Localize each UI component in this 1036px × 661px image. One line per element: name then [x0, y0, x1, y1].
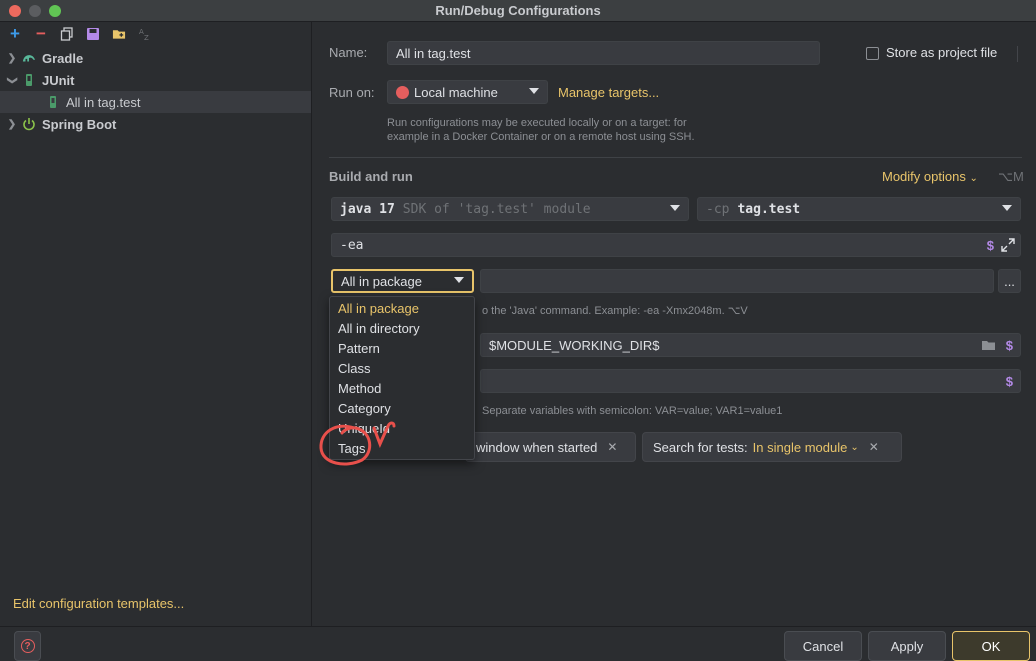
local-machine-icon	[396, 85, 409, 99]
expand-icon[interactable]	[1001, 238, 1015, 255]
run-on-hint-line1: Run configurations may be executed local…	[387, 117, 687, 129]
chevron-down-icon	[529, 88, 539, 94]
tree-item-junit[interactable]: ❯ JUnit	[0, 69, 311, 91]
junit-test-icon	[46, 95, 60, 109]
add-icon[interactable]: +	[8, 25, 22, 42]
chevron-down-icon[interactable]: ⌄	[850, 442, 858, 453]
chip-label: window when started	[476, 439, 598, 455]
tree-item-gradle[interactable]: ❯ Gradle	[0, 47, 311, 69]
tree-item-spring-boot[interactable]: ❯ Spring Boot	[0, 113, 311, 135]
sort-alphabetically-icon[interactable]: AZ	[138, 27, 152, 41]
test-kind-select[interactable]: All in package	[331, 269, 474, 293]
junit-icon	[22, 73, 36, 87]
window-title: Run/Debug Configurations	[435, 3, 601, 18]
chevron-right-icon[interactable]: ❯	[6, 119, 18, 130]
chevron-down-icon: ⌄	[969, 173, 978, 184]
svg-text:Z: Z	[144, 34, 149, 41]
store-as-project-file-checkbox[interactable]: Store as project file	[866, 45, 998, 61]
vm-options-field[interactable]: -ea $	[331, 233, 1021, 257]
checkbox-box[interactable]	[866, 47, 879, 61]
test-kind-value: All in package	[341, 273, 422, 289]
open-window-option-chip[interactable]: window when started ✕	[465, 432, 636, 462]
gradle-icon	[22, 51, 36, 65]
cp-value: tag.test	[737, 201, 801, 217]
jdk-select[interactable]: java 17 SDK of 'tag.test' module	[331, 197, 689, 221]
name-field[interactable]: All in tag.test	[387, 41, 820, 65]
help-button[interactable]: ?	[14, 631, 41, 661]
close-window-button[interactable]	[9, 5, 21, 17]
chevron-down-icon	[454, 277, 464, 283]
folder-icon[interactable]	[981, 339, 996, 355]
search-for-tests-chip[interactable]: Search for tests: In single module ⌄ ✕	[642, 432, 902, 462]
configuration-tree-pane: + − AZ ❯ Gradle ❯ JUnit All in tag.test	[0, 22, 312, 661]
title-bar: Run/Debug Configurations	[0, 0, 1036, 22]
menu-item-class[interactable]: Class	[338, 359, 371, 379]
save-icon[interactable]	[86, 27, 100, 41]
store-label: Store as project file	[886, 45, 998, 60]
package-field[interactable]	[480, 269, 994, 293]
tree-toolbar: + − AZ	[0, 22, 311, 46]
chevron-right-icon[interactable]: ❯	[6, 53, 18, 64]
modify-options-shortcut: ⌥M	[998, 169, 1024, 184]
build-and-run-heading: Build and run	[329, 169, 413, 184]
modify-options-link[interactable]: Modify options ⌄	[882, 169, 978, 184]
annotation-circle	[319, 421, 396, 466]
tree-item-all-in-tag-test[interactable]: All in tag.test	[0, 91, 311, 113]
copy-icon[interactable]	[60, 27, 74, 41]
close-icon[interactable]: ✕	[869, 440, 879, 454]
run-on-label: Run on:	[329, 85, 375, 100]
edit-configuration-templates-link[interactable]: Edit configuration templates...	[13, 596, 184, 611]
run-on-hint-line2: example in a Docker Container or on a re…	[387, 131, 695, 143]
tree-item-label: All in tag.test	[66, 94, 141, 110]
browse-dots: ...	[1004, 273, 1015, 289]
menu-item-all-in-package[interactable]: All in package	[338, 299, 419, 319]
classpath-select[interactable]: -cp tag.test	[697, 197, 1021, 221]
menu-item-all-in-directory[interactable]: All in directory	[338, 319, 420, 339]
menu-item-pattern[interactable]: Pattern	[338, 339, 380, 359]
macro-dollar-icon[interactable]: $	[987, 238, 994, 253]
macro-dollar-icon[interactable]: $	[1006, 374, 1013, 389]
jdk-sub: SDK of 'tag.test' module	[402, 201, 591, 217]
env-vars-hint: Separate variables with semicolon: VAR=v…	[482, 405, 783, 417]
new-folder-icon[interactable]	[112, 27, 126, 41]
run-on-select[interactable]: Local machine	[387, 80, 548, 104]
menu-item-category[interactable]: Category	[338, 399, 391, 419]
vm-options-hint: o the 'Java' command. Example: -ea -Xmx2…	[482, 305, 748, 317]
scrollbar[interactable]	[1017, 46, 1018, 62]
minimize-window-button[interactable]	[29, 5, 41, 17]
chip-value[interactable]: In single module	[753, 440, 848, 455]
working-dir-value: $MODULE_WORKING_DIR$	[489, 337, 660, 353]
tree-item-label: Spring Boot	[42, 116, 117, 132]
ok-button[interactable]: OK	[952, 631, 1030, 661]
chevron-down-icon[interactable]: ❯	[7, 74, 18, 86]
apply-button[interactable]: Apply	[868, 631, 946, 661]
modify-options-label: Modify options	[882, 169, 966, 184]
tree-item-label: JUnit	[42, 72, 75, 88]
run-on-value: Local machine	[414, 84, 498, 100]
help-icon: ?	[20, 639, 35, 653]
vm-options-value: -ea	[340, 237, 364, 253]
chevron-down-icon	[670, 205, 680, 211]
browse-button[interactable]: ...	[998, 269, 1021, 293]
cancel-button[interactable]: Cancel	[784, 631, 862, 661]
environment-variables-field[interactable]: $	[480, 369, 1021, 393]
name-value: All in tag.test	[396, 45, 471, 61]
close-icon[interactable]: ✕	[607, 440, 617, 454]
spring-boot-icon	[22, 117, 36, 131]
cp-prefix: -cp	[706, 201, 730, 217]
macro-dollar-icon[interactable]: $	[1006, 338, 1013, 353]
manage-targets-link[interactable]: Manage targets...	[558, 85, 659, 100]
working-directory-field[interactable]: $MODULE_WORKING_DIR$ $	[480, 333, 1021, 357]
menu-item-method[interactable]: Method	[338, 379, 381, 399]
tree-item-label: Gradle	[42, 50, 84, 66]
remove-icon[interactable]: −	[34, 25, 48, 42]
jdk-main: java 17	[340, 201, 395, 217]
zoom-window-button[interactable]	[49, 5, 61, 17]
name-label: Name:	[329, 45, 368, 60]
chevron-down-icon	[1002, 205, 1012, 211]
separator	[329, 157, 1022, 158]
chip-label: Search for tests:	[653, 439, 748, 455]
